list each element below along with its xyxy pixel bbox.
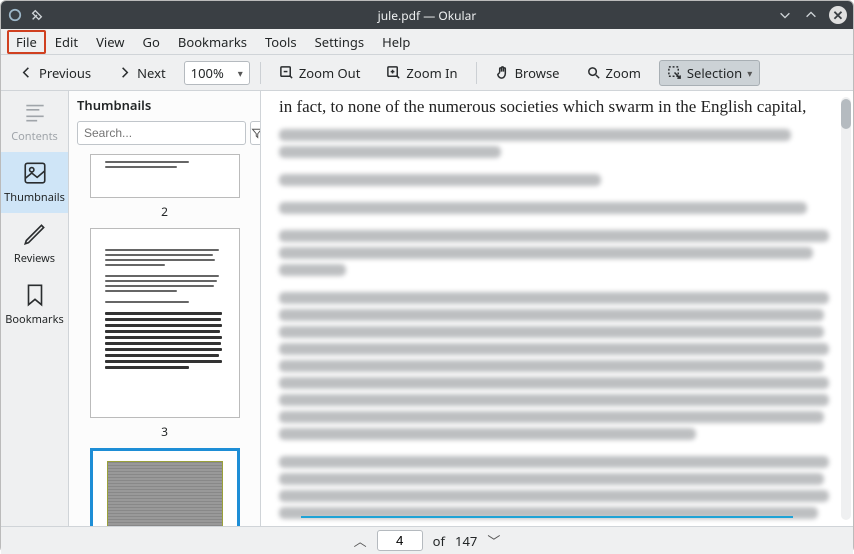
titlebar: jule.pdf — Okular ✕	[1, 1, 853, 29]
menu-bookmarks[interactable]: Bookmarks	[169, 30, 256, 54]
chevron-down-icon: ▾	[238, 66, 243, 80]
chevron-left-icon	[19, 65, 34, 80]
toolbar: Previous Next 100% ▾ Zoom Out Zoom In Br…	[1, 55, 853, 91]
menubar: File Edit View Go Bookmarks Tools Settin…	[1, 29, 853, 55]
zoom-tool-button[interactable]: Zoom	[578, 60, 649, 86]
thumbnails-panel: Thumbnails 2	[69, 91, 261, 526]
thumbnail-search-row	[77, 121, 252, 145]
scrollbar-thumb[interactable]	[841, 99, 851, 129]
page-navigation-bar: ︿ of 147 ﹀	[1, 526, 853, 554]
menu-tools[interactable]: Tools	[256, 30, 306, 54]
toolbar-separator	[476, 62, 477, 84]
minimize-button[interactable]	[777, 7, 793, 23]
zoom-combo[interactable]: 100% ▾	[184, 61, 250, 85]
bookmarks-icon	[22, 282, 48, 308]
page-number-input[interactable]	[377, 530, 423, 551]
chevron-down-icon: ▾	[747, 66, 752, 80]
menu-help[interactable]: Help	[373, 30, 419, 54]
sidebar-reviews-label: Reviews	[14, 251, 55, 266]
page-up-button[interactable]: ︿	[354, 531, 367, 550]
thumbnail-page[interactable]: 2	[81, 154, 248, 220]
page-of-label: of	[433, 532, 445, 550]
sidebar-tab-thumbnails[interactable]: Thumbnails	[1, 152, 68, 213]
page-total: 147	[455, 532, 477, 550]
menu-edit[interactable]: Edit	[46, 30, 87, 54]
selection-label: Selection	[687, 64, 742, 82]
document-viewer[interactable]: in fact, to none of the numerous societi…	[261, 91, 853, 526]
thumbnail-number: 3	[161, 423, 168, 440]
zoom-icon	[586, 65, 601, 80]
menu-file[interactable]: File	[7, 30, 46, 54]
funnel-icon	[251, 127, 261, 139]
sidebar-tab-reviews[interactable]: Reviews	[1, 213, 68, 274]
thumbnail-page[interactable]: 3	[81, 228, 248, 440]
visible-text-line: in fact, to none of the numerous societi…	[279, 97, 835, 117]
thumbnail-list[interactable]: 2	[69, 150, 260, 526]
window-title: jule.pdf — Okular	[378, 7, 477, 24]
pin-icon[interactable]	[29, 7, 45, 23]
thumbnails-header: Thumbnails	[69, 91, 260, 116]
menu-settings[interactable]: Settings	[306, 30, 373, 54]
sidebar-tab-contents[interactable]: Contents	[1, 91, 68, 152]
selection-icon	[667, 65, 682, 80]
chevron-right-icon	[117, 65, 132, 80]
zoom-in-icon	[386, 65, 401, 80]
sidebar-tab-bookmarks[interactable]: Bookmarks	[1, 274, 68, 335]
next-label: Next	[137, 64, 166, 82]
thumbnail-number: 2	[161, 203, 168, 220]
close-button[interactable]: ✕	[829, 6, 847, 24]
thumbnails-icon	[22, 160, 48, 186]
viewer-scrollbar[interactable]	[841, 97, 851, 520]
selection-button[interactable]: Selection ▾	[659, 60, 760, 86]
zoom-out-button[interactable]: Zoom Out	[271, 60, 369, 86]
hand-icon	[495, 65, 510, 80]
next-button[interactable]: Next	[109, 60, 174, 86]
zoom-out-label: Zoom Out	[299, 64, 361, 82]
menu-view[interactable]: View	[87, 30, 133, 54]
page-down-button[interactable]: ﹀	[487, 531, 500, 550]
sidebar-contents-label: Contents	[11, 129, 58, 144]
thumbnail-search-input[interactable]	[77, 121, 246, 145]
zoom-out-icon	[279, 65, 294, 80]
app-icon	[7, 7, 23, 23]
thumbnail-filter-button[interactable]	[250, 121, 261, 145]
maximize-button[interactable]	[803, 7, 819, 23]
menu-go[interactable]: Go	[134, 30, 169, 54]
zoom-in-label: Zoom In	[406, 64, 457, 82]
sidebar-thumbnails-label: Thumbnails	[4, 190, 65, 205]
previous-label: Previous	[39, 64, 91, 82]
previous-button[interactable]: Previous	[11, 60, 99, 86]
browse-label: Browse	[515, 64, 560, 82]
thumbnail-page-current[interactable]	[81, 448, 248, 526]
sidebar-bookmarks-label: Bookmarks	[5, 312, 63, 327]
contents-icon	[22, 99, 48, 125]
zoom-tool-label: Zoom	[606, 64, 641, 82]
toolbar-separator	[260, 62, 261, 84]
browse-button[interactable]: Browse	[487, 60, 568, 86]
selection-highlight	[301, 516, 793, 518]
body-area: Contents Thumbnails Reviews Bookmarks Th…	[1, 91, 853, 526]
zoom-value: 100%	[191, 64, 224, 82]
sidebar: Contents Thumbnails Reviews Bookmarks	[1, 91, 69, 526]
reviews-icon	[22, 221, 48, 247]
zoom-in-button[interactable]: Zoom In	[378, 60, 465, 86]
